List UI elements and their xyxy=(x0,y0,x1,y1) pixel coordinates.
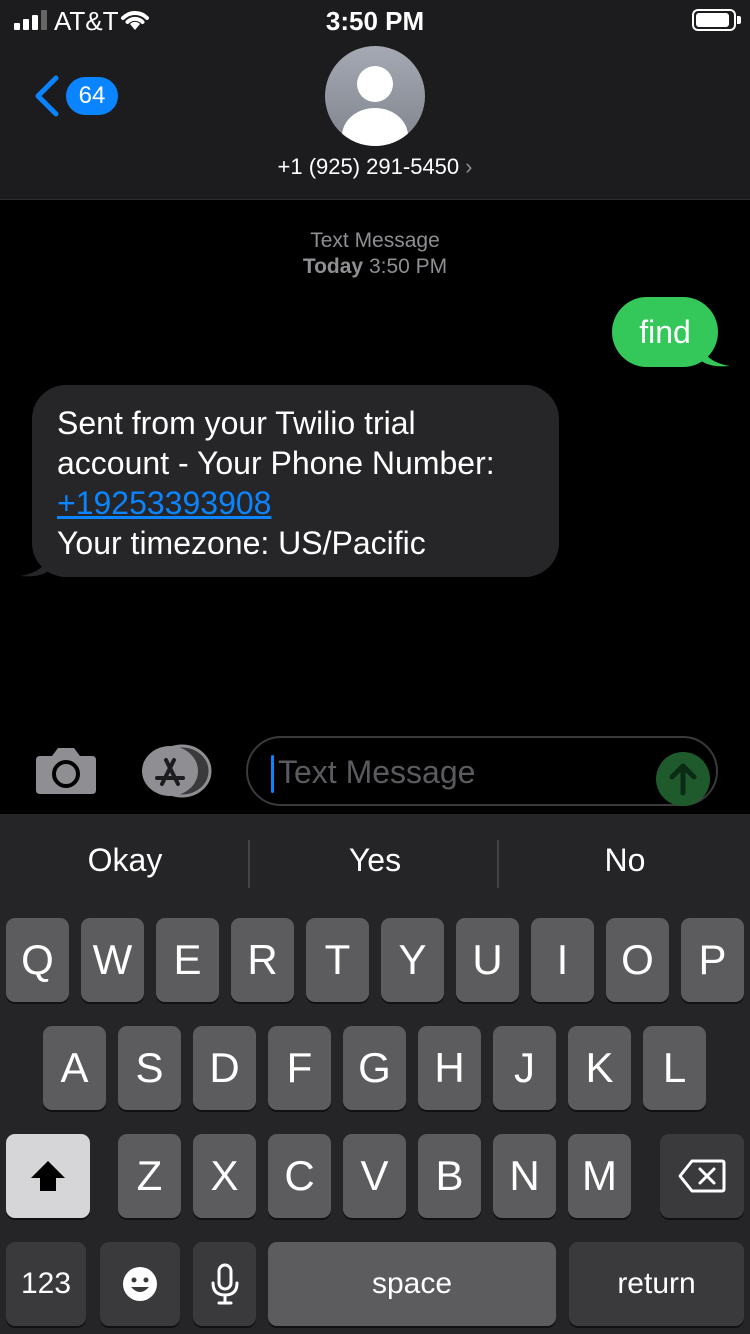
shift-icon xyxy=(31,1161,65,1191)
key-j[interactable]: J xyxy=(493,1026,556,1110)
key-b[interactable]: B xyxy=(418,1134,481,1218)
numbers-key[interactable]: 123 xyxy=(6,1242,86,1326)
key-e[interactable]: E xyxy=(156,918,219,1002)
status-bar: AT&T 3:50 PM xyxy=(0,0,750,40)
delete-key[interactable] xyxy=(660,1134,744,1218)
key-u[interactable]: U xyxy=(456,918,519,1002)
key-v[interactable]: V xyxy=(343,1134,406,1218)
contact-number: +1 (925) 291-5450 xyxy=(277,154,460,179)
key-w[interactable]: W xyxy=(81,918,144,1002)
conversation-header: AT&T 3:50 PM 64 +1 (925) 291-5450 › xyxy=(0,0,750,200)
suggestion-yes[interactable]: Yes xyxy=(250,842,500,879)
contact-avatar[interactable] xyxy=(325,46,425,146)
received-line-1: Sent from your Twilio trial xyxy=(57,405,416,441)
chevron-right-icon: › xyxy=(465,154,473,179)
emoji-icon xyxy=(123,1267,157,1301)
received-line-2: account - Your Phone Number: xyxy=(57,445,495,481)
key-z[interactable]: Z xyxy=(118,1134,181,1218)
suggestion-no[interactable]: No xyxy=(500,842,750,879)
received-message-bubble[interactable]: Sent from your Twilio trial account - Yo… xyxy=(32,385,559,577)
key-r[interactable]: R xyxy=(231,918,294,1002)
message-input[interactable]: Text Message xyxy=(246,736,718,806)
key-p[interactable]: P xyxy=(681,918,744,1002)
unread-count-badge: 64 xyxy=(66,77,118,115)
status-time: 3:50 PM xyxy=(325,6,425,36)
battery-icon xyxy=(692,9,741,31)
send-button[interactable] xyxy=(656,752,710,806)
text-caret xyxy=(271,755,274,793)
message-input-placeholder: Text Message xyxy=(278,754,476,790)
key-q[interactable]: Q xyxy=(6,918,69,1002)
timestamp-time: 3:50 PM xyxy=(368,255,448,278)
return-key-label: return xyxy=(617,1267,696,1300)
key-f[interactable]: F xyxy=(268,1026,331,1110)
key-y[interactable]: Y xyxy=(381,918,444,1002)
key-a[interactable]: A xyxy=(43,1026,106,1110)
back-button[interactable]: 64 xyxy=(30,74,118,118)
chevron-left-icon xyxy=(35,75,59,117)
message-timestamp: Text Message Today 3:50 PM xyxy=(0,228,750,280)
keyboard: Okay Yes No Q W E R T Y U I O P A S D F … xyxy=(0,814,750,1334)
key-s[interactable]: S xyxy=(118,1026,181,1110)
contact-name[interactable]: +1 (925) 291-5450 › xyxy=(0,154,750,180)
dictation-key[interactable] xyxy=(193,1242,256,1326)
return-key[interactable]: return xyxy=(569,1242,744,1326)
key-c[interactable]: C xyxy=(268,1134,331,1218)
shift-key[interactable] xyxy=(6,1134,90,1218)
predictive-suggestions: Okay Yes No xyxy=(0,814,750,914)
key-l[interactable]: L xyxy=(643,1026,706,1110)
app-store-icon[interactable] xyxy=(140,744,214,798)
key-d[interactable]: D xyxy=(193,1026,256,1110)
received-bubble-tail xyxy=(20,552,50,577)
phone-number-link[interactable]: +19253393908 xyxy=(57,483,534,523)
space-key[interactable]: space xyxy=(268,1242,556,1326)
camera-icon[interactable] xyxy=(34,746,98,796)
key-x[interactable]: X xyxy=(193,1134,256,1218)
key-o[interactable]: O xyxy=(606,918,669,1002)
timestamp-type: Text Message xyxy=(310,229,440,252)
suggestion-okay[interactable]: Okay xyxy=(0,842,250,879)
timestamp-day: Today xyxy=(302,255,364,278)
key-m[interactable]: M xyxy=(568,1134,631,1218)
numbers-key-label: 123 xyxy=(20,1267,72,1300)
received-line-4: Your timezone: US/Pacific xyxy=(57,525,426,561)
microphone-icon xyxy=(211,1263,238,1305)
key-k[interactable]: K xyxy=(568,1026,631,1110)
sent-message-text: find xyxy=(639,313,691,350)
emoji-key[interactable] xyxy=(100,1242,180,1326)
key-g[interactable]: G xyxy=(343,1026,406,1110)
sent-bubble-tail xyxy=(700,342,730,367)
key-t[interactable]: T xyxy=(306,918,369,1002)
key-i[interactable]: I xyxy=(531,918,594,1002)
key-n[interactable]: N xyxy=(493,1134,556,1218)
key-h[interactable]: H xyxy=(418,1026,481,1110)
arrow-up-icon xyxy=(669,763,697,796)
delete-icon xyxy=(678,1159,726,1193)
space-key-label: space xyxy=(371,1267,453,1300)
